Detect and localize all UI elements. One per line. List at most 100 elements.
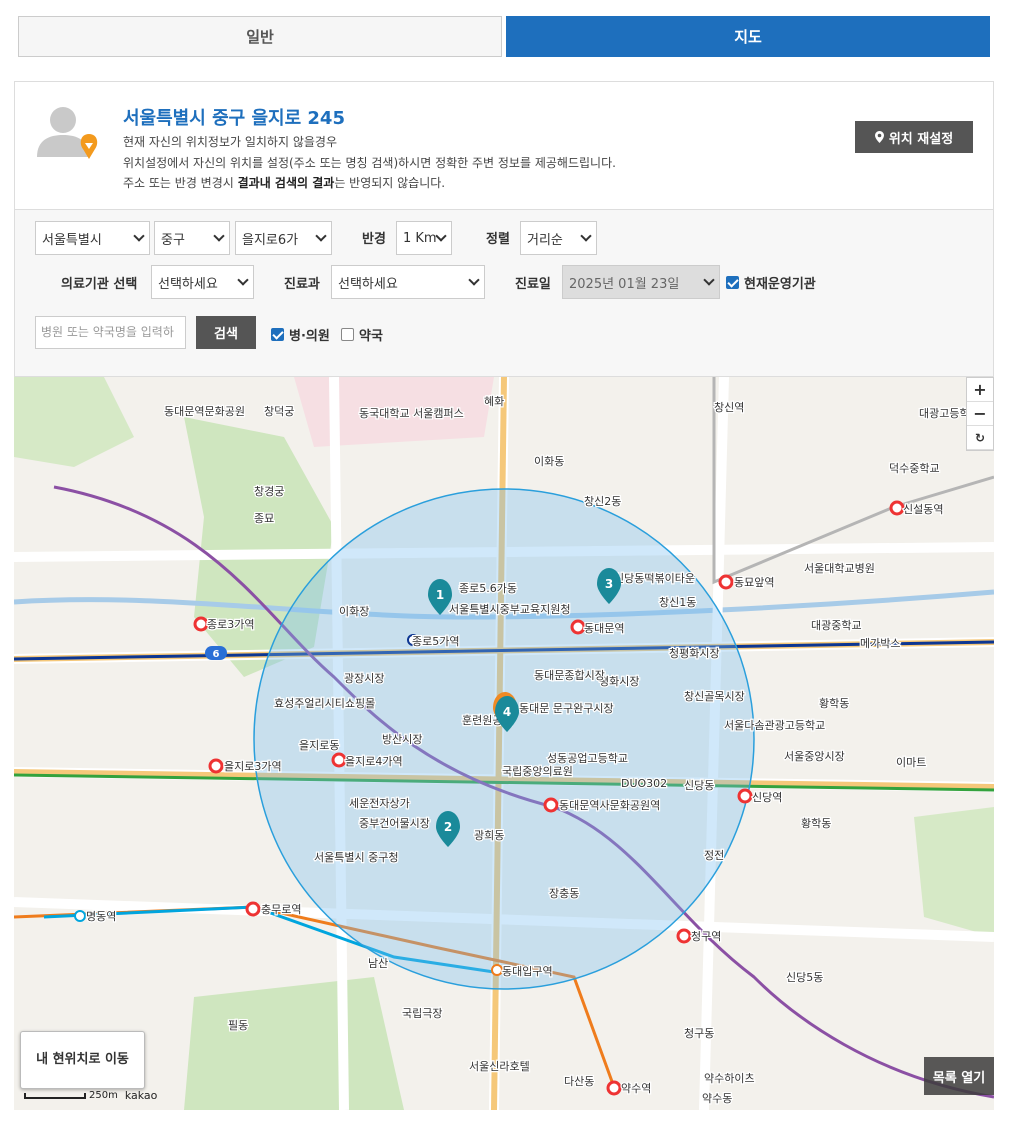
desc-line-2: 위치설정에서 자신의 위치를 설정(주소 또는 명칭 검색)하시면 정확한 주변… <box>123 155 616 170</box>
map-place-label: 약수역 <box>621 1081 651 1095</box>
operating-checkbox[interactable]: 현재운영기관 <box>726 273 816 292</box>
map-place-label: 신당동떡볶이타운 <box>614 572 695 585</box>
zoom-in-button[interactable]: + <box>967 378 993 402</box>
location-title: 서울특별시 중구 을지로 245 <box>123 108 345 129</box>
sort-label: 정렬 <box>486 232 510 247</box>
checkbox-checked-icon <box>726 276 739 289</box>
chevron-down-icon <box>468 274 480 286</box>
user-avatar-icon <box>35 102 99 164</box>
reset-view-icon[interactable]: ↻ <box>967 426 993 450</box>
dept-value: 선택하세요 <box>338 276 398 292</box>
zoom-out-button[interactable]: − <box>967 402 993 426</box>
tab-map[interactable]: 지도 <box>506 16 990 57</box>
pharmacy-label: 약국 <box>359 329 383 344</box>
map-place-label: 명동역 <box>86 910 116 923</box>
location-panel: 서울특별시 중구 을지로 245 현재 자신의 위치정보가 일치하지 않을경우 … <box>14 81 994 377</box>
marker-3-label: 3 <box>605 577 613 591</box>
institution-select[interactable]: 선택하세요 <box>151 265 254 299</box>
sort-select[interactable]: 거리순 <box>520 221 597 255</box>
zoom-control: + − ↻ <box>966 377 994 451</box>
map-place-label: 중부건어물시장 <box>359 817 430 830</box>
tab-general[interactable]: 일반 <box>18 16 502 57</box>
map-place-label: 창신역 <box>714 401 744 414</box>
map-place-label: 서울중앙시장 <box>784 750 845 763</box>
my-location-button[interactable]: 내 현위치로 이동 <box>20 1031 145 1089</box>
map-place-label: 세운전자상가 <box>349 797 410 810</box>
sido-select[interactable]: 서울특별시 <box>35 221 150 255</box>
map-place-label: 동대문역 <box>584 622 624 635</box>
map-place-label: 동대문역사문화공원역 <box>559 799 660 812</box>
map-place-label: 정전 <box>704 849 724 862</box>
map-place-label: 종로5.6가동 <box>459 582 517 595</box>
map-place-label: 서울특별시 중구청 <box>314 851 398 864</box>
map-place-label: 을지로4가역 <box>345 755 403 768</box>
chevron-down-icon <box>133 230 145 242</box>
map-scale: 250m kakao <box>24 1089 157 1102</box>
map-place-label: 신당역 <box>752 791 782 804</box>
map-place-label: 이화장 <box>339 605 369 618</box>
map-place-label: 서울다솜관광고등학교 <box>724 719 825 732</box>
dept-label: 진료과 <box>284 277 320 292</box>
park-area-east <box>914 807 994 937</box>
map-place-label: 성동공업고등학교 <box>547 752 628 765</box>
map-place-label: 다산동 <box>564 1075 594 1088</box>
map-place-label: 필동 <box>228 1019 248 1032</box>
checkbox-unchecked-icon <box>341 328 354 341</box>
hospital-checkbox[interactable]: 병·의원 <box>271 325 330 344</box>
map-canvas[interactable]: 6 종로5가역 동대문역을지로4가역동대문역사문화공원역 을지로3가역충무로역 신당역… <box>14 377 994 1110</box>
reset-location-label: 위치 재설정 <box>888 131 954 147</box>
radius-select[interactable]: 1 Km <box>396 221 452 255</box>
map-place-label: 약수하이츠 <box>704 1071 755 1085</box>
marker-1-label: 1 <box>436 588 444 602</box>
map-place-label: 을지로동 <box>299 739 339 752</box>
institution-label: 의료기관 선택 <box>61 277 138 292</box>
desc-line-3: 주소 또는 반경 변경시 결과내 검색의 결과는 반영되지 않습니다. <box>123 173 616 194</box>
gu-select[interactable]: 중구 <box>154 221 230 255</box>
chevron-down-icon <box>315 230 327 242</box>
map-place-label: 동대문역문화공원 <box>164 405 245 418</box>
dept-select[interactable]: 선택하세요 <box>331 265 485 299</box>
date-label: 진료일 <box>515 277 551 292</box>
dong-select[interactable]: 을지로6가 <box>235 221 332 255</box>
map-place-label: 덕수중학교 <box>889 462 940 475</box>
sort-value: 거리순 <box>527 232 563 248</box>
location-description: 현재 자신의 위치정보가 일치하지 않을경우 위치설정에서 자신의 위치를 설정… <box>123 132 616 194</box>
radius-value: 1 Km <box>403 230 437 246</box>
desc-line-3-post: 는 반영되지 않습니다. <box>334 176 446 190</box>
map-place-label: 효성주얼리시티쇼핑몰 <box>274 696 375 710</box>
map-place-label: 청평화시장 <box>669 647 720 660</box>
map-place-label: 국립극장 <box>402 1007 442 1020</box>
map-place-label: 국립중앙의료원 <box>502 765 573 778</box>
checkbox-checked-icon <box>271 328 284 341</box>
map-pin-icon <box>874 131 884 143</box>
filter-section: 서울특별시 중구 을지로6가 반경 1 Km 정렬 거리순 의료기관 선택 선택… <box>15 210 993 376</box>
reset-location-button[interactable]: 위치 재설정 <box>855 121 973 153</box>
gu-value: 중구 <box>161 232 185 248</box>
sido-value: 서울특별시 <box>42 232 102 248</box>
search-button[interactable]: 검색 <box>196 316 256 349</box>
pharmacy-checkbox[interactable]: 약국 <box>341 325 383 344</box>
line-6-badge-text: 6 <box>213 649 220 660</box>
chevron-down-icon <box>703 274 715 286</box>
map-place-label: 신당동 <box>684 779 714 792</box>
map-view[interactable]: 6 종로5가역 동대문역 을지로4가역 동대문역사문화공원역 을지로3가역 충무로역 신당역… <box>14 377 994 1110</box>
desc-line-3-pre: 주소 또는 반경 변경시 <box>123 176 238 190</box>
map-place-label: 남산 <box>368 957 388 970</box>
map-place-label: 장충동 <box>549 887 579 900</box>
list-open-button[interactable]: 목록 열기 <box>924 1057 994 1095</box>
tab-bar: 일반 지도 <box>18 16 990 57</box>
map-place-label: 창신1동 <box>659 596 696 609</box>
map-place-label: 평화시장 <box>599 675 639 688</box>
map-place-label: 종로5가역 <box>412 635 459 648</box>
chevron-down-icon <box>213 230 225 242</box>
search-placeholder: 병원 또는 약국명을 입력하 <box>41 325 174 339</box>
kakao-logo: kakao <box>124 1089 158 1102</box>
map-place-label: 이화동 <box>534 455 564 468</box>
map-place-label: 창덕궁 <box>264 405 294 418</box>
map-place-label: 황학동 <box>819 697 849 710</box>
dong-value: 을지로6가 <box>242 232 299 248</box>
search-input[interactable]: 병원 또는 약국명을 입력하 <box>35 316 186 349</box>
map-place-label: 신설동역 <box>903 503 943 516</box>
date-select[interactable]: 2025년 01월 23일 <box>562 265 720 299</box>
map-place-label: 충무로역 <box>261 903 301 916</box>
